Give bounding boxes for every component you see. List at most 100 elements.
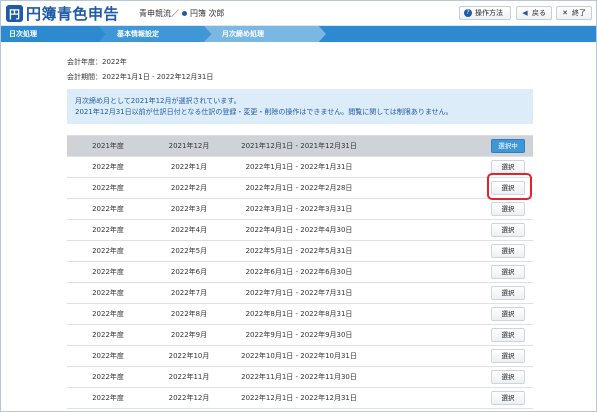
range-cell: 2022年6月1日 - 2022年6月30日 [245, 268, 353, 276]
back-arrow-icon: ◀ [522, 9, 528, 17]
month-cell: 2022年3月 [170, 205, 208, 213]
year-cell: 2022年度 [92, 163, 124, 171]
app-window: 円 円簿青色申告 青申競流 ／ 円簿 次郎 ? 操作方法 ◀ 戻る ✕ 終了 日… [0, 0, 597, 412]
period-info: 会計年度：2022年 会計期間：2022年1月1日 - 2022年12月31日 [67, 57, 533, 83]
month-cell: 2022年11月 [168, 373, 210, 381]
month-table: 2021年度 2021年12月 2021年12月1日 - 2021年12月31日 選択… [67, 135, 533, 409]
year-cell: 2022年度 [92, 352, 124, 360]
action-cell: 選択中 [483, 136, 533, 157]
month-cell: 2022年7月 [170, 289, 208, 297]
month-cell: 2022年1月 [170, 163, 208, 171]
notice-box: 月次締め月として2021年12月が選択されています。 2021年12月31日以前… [67, 89, 533, 124]
fiscal-period: 会計期間：2022年1月1日 - 2022年12月31日 [67, 73, 214, 81]
action-cell: 選択 [483, 388, 533, 409]
tab-daily-processing[interactable]: 日次処理 [1, 26, 101, 42]
range-cell: 2022年10月1日 - 2022年10月31日 [241, 352, 357, 360]
year-cell: 2022年度 [92, 331, 124, 339]
range-cell: 2022年3月1日 - 2022年3月31日 [245, 205, 353, 213]
range-cell: 2022年9月1日 - 2022年9月30日 [245, 331, 353, 339]
close-button[interactable]: ✕ 終了 [556, 6, 592, 20]
year-cell: 2022年度 [92, 268, 124, 276]
action-cell: 選択 [483, 304, 533, 325]
month-cell: 2022年6月 [170, 268, 208, 276]
select-button[interactable]: 選択 [491, 391, 525, 405]
help-button-label: 操作方法 [475, 9, 503, 17]
action-cell: 選択 [483, 346, 533, 367]
notice-line-2: 2021年12月31日以前が仕訳日付となる仕訳の登録・変更・削除の操作はできませ… [75, 108, 453, 116]
range-cell: 2022年7月1日 - 2022年7月31日 [245, 289, 353, 297]
table-row: 2022年度 2022年8月 2022年8月1日 - 2022年8月31日 選択 [67, 304, 533, 325]
tab-basic-settings[interactable]: 基本情報設定 [99, 26, 211, 42]
separator: ／ [171, 9, 179, 18]
year-cell: 2022年度 [92, 373, 124, 381]
year-cell: 2022年度 [92, 394, 124, 402]
select-button[interactable]: 選択 [491, 244, 525, 258]
table-row: 2022年度 2022年5月 2022年5月1日 - 2022年5月31日 選択 [67, 241, 533, 262]
fiscal-year: 会計年度：2022年 [67, 58, 127, 66]
range-cell: 2022年11月1日 - 2022年11月30日 [241, 373, 357, 381]
year-cell: 2022年度 [92, 226, 124, 234]
notice-line-1: 月次締め月として2021年12月が選択されています。 [75, 97, 241, 105]
logo-icon: 円 [6, 5, 23, 22]
table-row: 2022年度 2022年9月 2022年9月1日 - 2022年9月30日 選択 [67, 325, 533, 346]
help-icon: ? [464, 9, 472, 17]
close-button-label: 終了 [572, 9, 586, 17]
select-button[interactable]: 選択 [491, 223, 525, 237]
range-cell: 2022年1月1日 - 2022年1月31日 [245, 163, 353, 171]
year-cell: 2022年度 [92, 205, 124, 213]
table-row: 2021年度 2021年12月 2021年12月1日 - 2021年12月31日 選択… [67, 136, 533, 157]
action-cell: 選択 [483, 220, 533, 241]
app-name: 円簿青色申告 [26, 5, 120, 23]
select-button[interactable]: 選択 [491, 307, 525, 321]
table-row: 2022年度 2022年4月 2022年4月1日 - 2022年4月30日 選択 [67, 220, 533, 241]
highlight-annotation [487, 173, 532, 200]
header: 円 円簿青色申告 青申競流 ／ 円簿 次郎 ? 操作方法 ◀ 戻る ✕ 終了 [1, 1, 596, 26]
year-cell: 2022年度 [92, 184, 124, 192]
action-cell: 選択 [483, 262, 533, 283]
table-row: 2022年度 2022年3月 2022年3月1日 - 2022年3月31日 選択 [67, 199, 533, 220]
selected-button[interactable]: 選択中 [491, 139, 525, 153]
table-row: 2022年度 2022年1月 2022年1月1日 - 2022年1月31日 選択 [67, 157, 533, 178]
year-cell: 2022年度 [92, 310, 124, 318]
table-row: 2022年度 2022年6月 2022年6月1日 - 2022年6月30日 選択 [67, 262, 533, 283]
table-row: 2022年度 2022年7月 2022年7月1日 - 2022年7月31日 選択 [67, 283, 533, 304]
year-cell: 2022年度 [92, 247, 124, 255]
month-cell: 2021年12月 [168, 142, 210, 150]
table-row: 2022年度 2022年12月 2022年12月1日 - 2022年12月31日 選択 [67, 388, 533, 409]
range-cell: 2022年4月1日 - 2022年4月30日 [245, 226, 353, 234]
select-button[interactable]: 選択 [491, 286, 525, 300]
select-button[interactable]: 選択 [491, 202, 525, 216]
month-cell: 2022年8月 [170, 310, 208, 318]
table-row: 2022年度 2022年10月 2022年10月1日 - 2022年10月31日 選択 [67, 346, 533, 367]
month-cell: 2022年12月 [168, 394, 210, 402]
back-button[interactable]: ◀ 戻る [516, 6, 552, 20]
tab-monthly-closing[interactable]: 月次締め処理 [204, 26, 326, 42]
back-button-label: 戻る [532, 9, 546, 17]
range-cell: 2022年2月1日 - 2022年2月28日 [245, 184, 353, 192]
table-row: 2022年度 2022年11月 2022年11月1日 - 2022年11月30日 選択 [67, 367, 533, 388]
action-cell: 選択 [483, 199, 533, 220]
step-nav: 日次処理 基本情報設定 月次締め処理 [1, 26, 596, 42]
range-cell: 2022年12月1日 - 2022年12月31日 [241, 394, 357, 402]
year-cell: 2021年度 [92, 142, 124, 150]
close-icon: ✕ [562, 9, 568, 17]
month-cell: 2022年4月 [170, 226, 208, 234]
app-logo: 円 円簿青色申告 [6, 4, 119, 23]
select-button[interactable]: 選択 [491, 349, 525, 363]
month-cell: 2022年2月 [170, 184, 208, 192]
company-name: 青申競流 [139, 9, 171, 18]
select-button[interactable]: 選択 [491, 370, 525, 384]
month-cell: 2022年10月 [168, 352, 210, 360]
select-button[interactable]: 選択 [491, 160, 525, 174]
month-cell: 2022年5月 [170, 247, 208, 255]
action-cell: 選択 [483, 325, 533, 346]
select-button[interactable]: 選択 [491, 265, 525, 279]
month-cell: 2022年9月 [170, 331, 208, 339]
select-button[interactable]: 選択 [491, 328, 525, 342]
range-cell: 2022年8月1日 - 2022年8月31日 [245, 310, 353, 318]
user-name: 円簿 次郎 [190, 9, 225, 18]
table-row: 2022年度 2022年2月 2022年2月1日 - 2022年2月28日 選択 [67, 178, 533, 199]
action-cell: 選択 [483, 367, 533, 388]
user-dot-icon [182, 11, 187, 16]
help-button[interactable]: ? 操作方法 [459, 6, 511, 20]
